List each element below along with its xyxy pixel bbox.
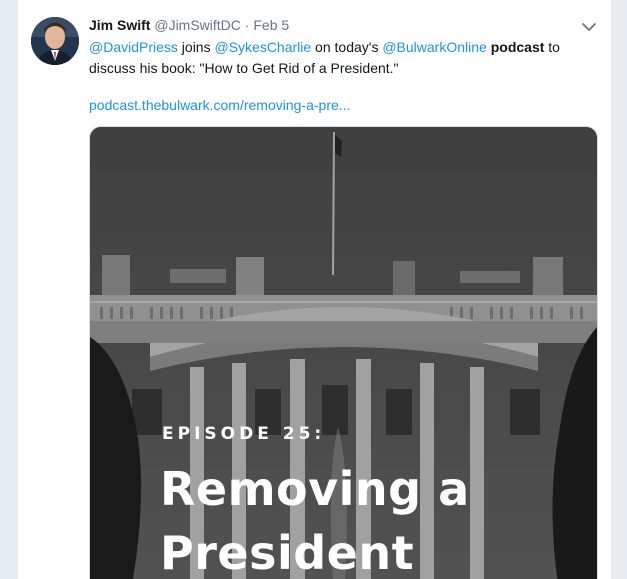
episode-label: EPISODE 25:	[162, 424, 326, 444]
separator: ·	[244, 17, 250, 33]
mention-sykescharlie[interactable]: @SykesCharlie	[214, 39, 311, 55]
tweet-text-part: on today's	[311, 39, 383, 55]
author-handle[interactable]: @JimSwiftDC	[154, 17, 241, 33]
tweet-date[interactable]: Feb 5	[253, 17, 289, 33]
tweet-text: @DavidPriess joins @SykesCharlie on toda…	[89, 37, 599, 79]
avatar[interactable]	[31, 17, 79, 65]
tweet-text-part: joins	[177, 39, 215, 55]
tweet-link[interactable]: podcast.thebulwark.com/removing-a-pre...	[89, 97, 350, 113]
episode-title: Removing a President	[160, 462, 470, 579]
highlight-podcast: podcast	[490, 39, 545, 55]
tweet-header: Jim Swift @JimSwiftDC · Feb 5	[89, 16, 599, 35]
mention-davidpriess[interactable]: @DavidPriess	[89, 39, 178, 55]
media-card[interactable]: EPISODE 25: Removing a President	[89, 126, 598, 579]
chevron-down-icon[interactable]	[581, 20, 597, 32]
author-name[interactable]: Jim Swift	[89, 17, 150, 33]
tweet-card[interactable]: Jim Swift @JimSwiftDC · Feb 5 @DavidPrie…	[17, 0, 612, 579]
mention-bulwarkonline[interactable]: @BulwarkOnline	[382, 39, 486, 55]
